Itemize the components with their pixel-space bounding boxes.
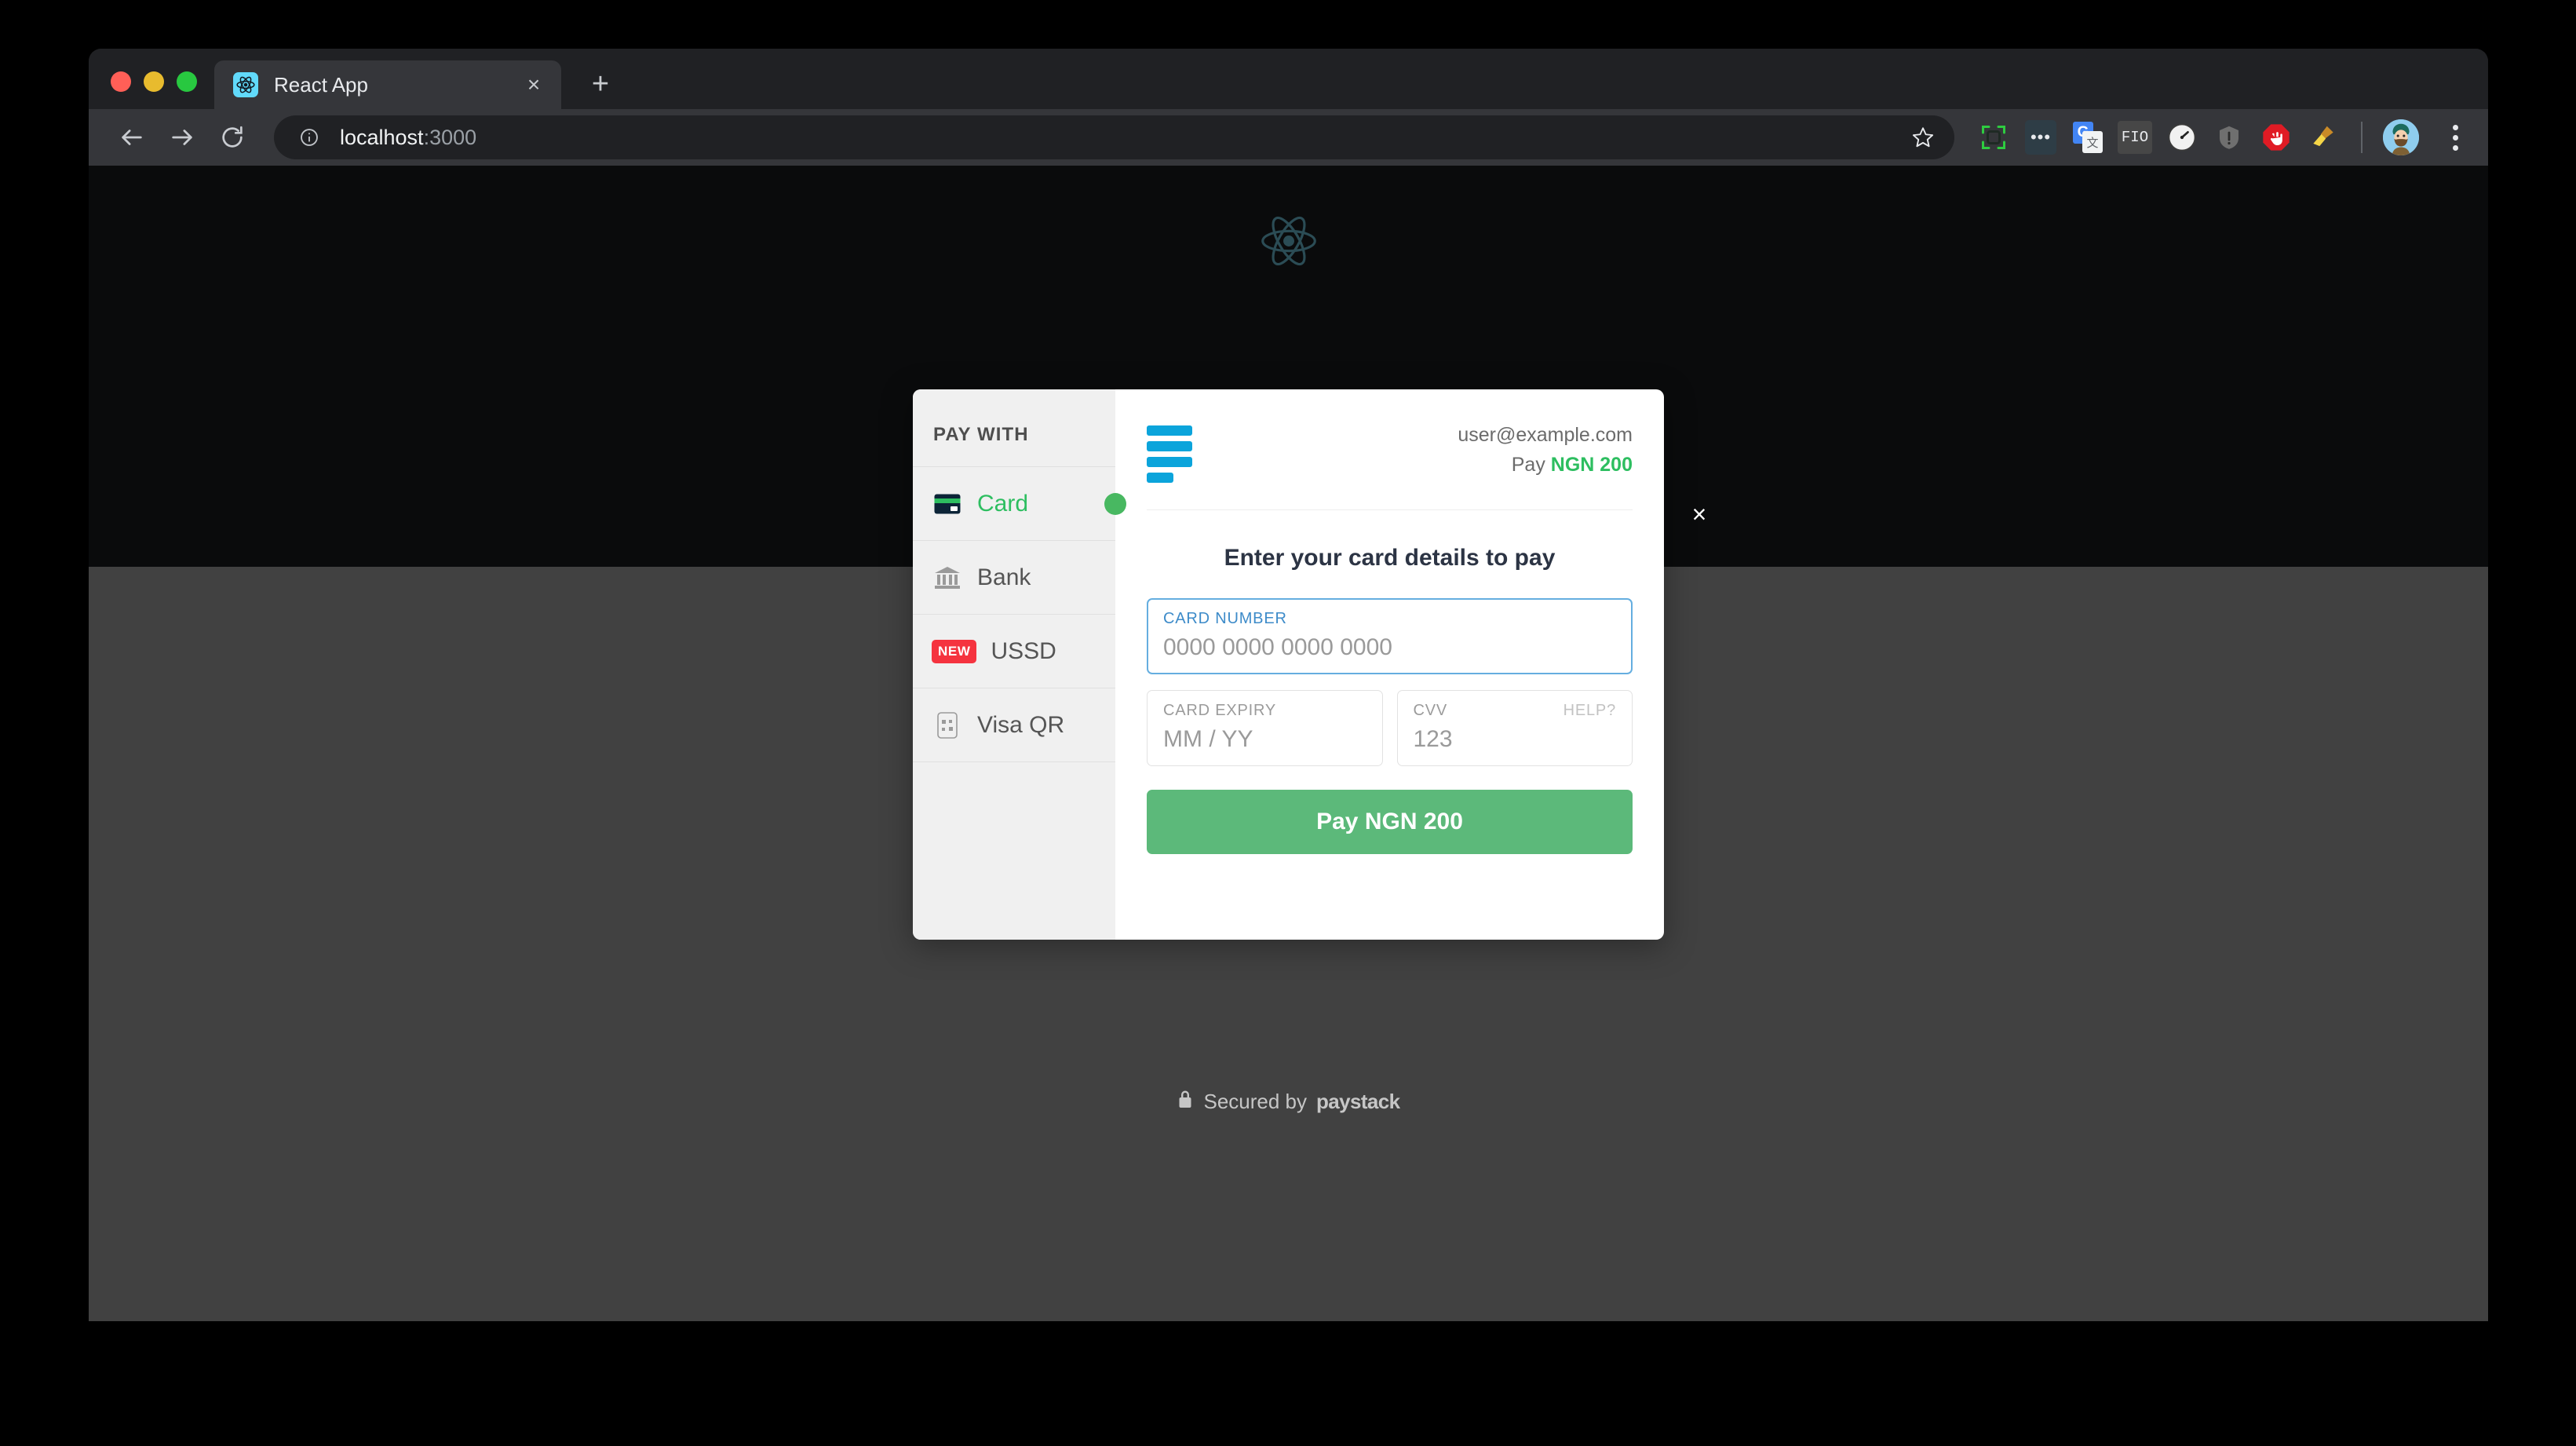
url-port: :3000 <box>423 125 477 149</box>
cvv-label-row: CVV HELP? <box>1414 702 1617 720</box>
phone-qr-icon <box>932 710 963 741</box>
payment-method-list: Card Bank NEW USSD Visa QR <box>913 466 1126 762</box>
payment-method-card[interactable]: Card <box>913 467 1126 541</box>
cvv-help-link[interactable]: HELP? <box>1563 702 1616 720</box>
pay-amount-line: Pay NGN 200 <box>1458 451 1633 480</box>
checkout-header: user@example.com Pay NGN 200 <box>1147 389 1633 510</box>
expiry-cvv-row: CARD EXPIRY MM / YY CVV HELP? 123 <box>1147 690 1633 766</box>
close-window-button[interactable] <box>111 71 131 92</box>
paystack-brand: paystack <box>1316 1090 1400 1113</box>
card-expiry-label: CARD EXPIRY <box>1163 702 1277 719</box>
three-dot-menu-icon[interactable] <box>2436 119 2474 156</box>
fio-extension-icon[interactable]: FIO <box>2118 120 2152 155</box>
paystack-checkout-modal: PAY WITH Card Bank NEW USSD Visa QR user… <box>913 389 1664 940</box>
card-number-field[interactable]: CARD NUMBER 0000 0000 0000 0000 <box>1147 598 1633 674</box>
card-number-label: CARD NUMBER <box>1163 610 1287 627</box>
scan-extension-icon[interactable] <box>1976 120 2011 155</box>
browser-tab[interactable]: React App × <box>214 60 561 109</box>
customer-email: user@example.com <box>1458 424 1633 446</box>
info-circle-icon[interactable] <box>296 124 323 151</box>
page-viewport: PAY WITH Card Bank NEW USSD Visa QR user… <box>89 166 2488 1321</box>
back-button[interactable] <box>109 115 155 160</box>
card-number-label-row: CARD NUMBER <box>1163 610 1616 628</box>
window-traffic-lights <box>89 71 214 109</box>
dots-extension-icon[interactable]: ••• <box>2023 120 2058 155</box>
payment-methods-sidebar: PAY WITH Card Bank NEW USSD Visa QR <box>913 389 1126 940</box>
checkout-header-info: user@example.com Pay NGN 200 <box>1458 421 1633 480</box>
active-method-indicator <box>1104 492 1126 515</box>
broom-extension-icon[interactable] <box>2306 120 2341 155</box>
close-modal-button[interactable]: × <box>1682 497 1717 531</box>
cvv-label: CVV <box>1413 702 1448 719</box>
react-logo-icon <box>233 72 258 97</box>
cvv-input[interactable]: 123 <box>1414 726 1617 753</box>
payment-method-label: USSD <box>991 637 1056 664</box>
pay-with-heading: PAY WITH <box>933 424 1029 445</box>
checkout-title: Enter your card details to pay <box>1224 545 1556 571</box>
reload-button[interactable] <box>210 115 255 160</box>
react-atom-logo <box>1259 211 1319 275</box>
cvv-field[interactable]: CVV HELP? 123 <box>1396 690 1633 766</box>
card-number-input[interactable]: 0000 0000 0000 0000 <box>1163 634 1616 661</box>
bookmark-star-icon[interactable] <box>1904 119 1942 156</box>
minimize-window-button[interactable] <box>144 71 164 92</box>
bank-building-icon <box>932 562 963 593</box>
address-bar-text: localhost:3000 <box>340 126 476 150</box>
avatar[interactable] <box>2383 119 2419 155</box>
tab-close-button[interactable]: × <box>517 68 550 101</box>
pay-button[interactable]: Pay NGN 200 <box>1147 790 1633 854</box>
address-bar[interactable]: localhost:3000 <box>274 115 1954 159</box>
tab-title: React App <box>274 72 368 97</box>
payment-method-label: Card <box>977 490 1029 517</box>
card-expiry-input[interactable]: MM / YY <box>1163 726 1366 753</box>
new-tab-button[interactable]: + <box>578 62 622 106</box>
checkout-main-panel: user@example.com Pay NGN 200 Enter your … <box>1115 389 1664 940</box>
extension-toolbar: ••• G 文 FIO <box>1973 119 2474 156</box>
shield-warning-extension-icon[interactable] <box>2212 120 2246 155</box>
speedometer-extension-icon[interactable] <box>2165 120 2199 155</box>
fio-extension-label: FIO <box>2118 121 2152 154</box>
url-host: localhost <box>340 125 424 149</box>
secured-text: Secured by <box>1203 1090 1308 1113</box>
secured-by-footer: Secured by paystack <box>89 1089 2488 1115</box>
toolbar-divider <box>2361 122 2363 153</box>
browser-toolbar: localhost:3000 ••• G 文 <box>89 109 2488 166</box>
card-expiry-label-row: CARD EXPIRY <box>1163 702 1366 720</box>
pay-prefix: Pay <box>1511 453 1545 476</box>
paystack-bars-logo <box>1147 421 1192 483</box>
forward-button[interactable] <box>159 115 205 160</box>
payment-method-ussd[interactable]: NEW USSD <box>913 615 1115 688</box>
payment-method-label: Bank <box>977 564 1031 590</box>
card-expiry-field[interactable]: CARD EXPIRY MM / YY <box>1147 690 1383 766</box>
payment-method-bank[interactable]: Bank <box>913 541 1115 615</box>
google-translate-icon[interactable]: G 文 <box>2071 120 2105 155</box>
payment-method-visa-qr[interactable]: Visa QR <box>913 688 1115 762</box>
payment-method-label: Visa QR <box>977 711 1065 738</box>
browser-window: React App × + localhost:3000 ••• 文 FIO P… <box>89 49 2488 1321</box>
new-badge: NEW <box>932 639 977 663</box>
tab-strip: React App × + <box>89 49 2488 109</box>
maximize-window-button[interactable] <box>177 71 197 92</box>
credit-card-icon <box>932 488 963 520</box>
adblock-stop-extension-icon[interactable] <box>2259 120 2293 155</box>
lock-icon <box>1177 1089 1194 1115</box>
pay-amount: NGN 200 <box>1550 453 1633 476</box>
